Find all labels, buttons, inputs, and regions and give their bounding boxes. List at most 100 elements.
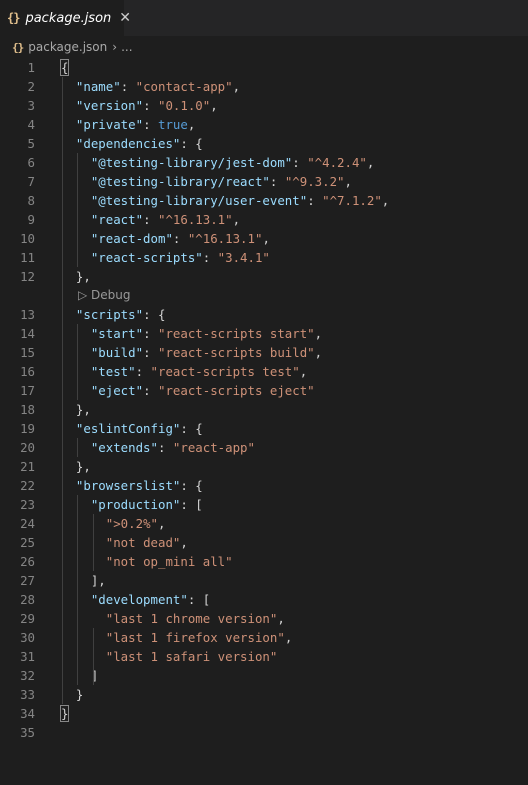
code-line[interactable]: 2 "name": "contact-app", (0, 77, 528, 96)
json-punctuation: : (143, 383, 158, 398)
codelens-label[interactable]: ▷ Debug (78, 286, 131, 305)
breadcrumb-ellipsis[interactable]: ... (121, 40, 132, 54)
json-punctuation: : [ (187, 592, 211, 607)
json-string: "^4.2.4" (307, 155, 367, 170)
line-content: "@testing-library/jest-dom": "^4.2.4", (61, 153, 375, 172)
code-line[interactable]: 21 }, (0, 457, 528, 476)
breadcrumb-file[interactable]: package.json (28, 40, 107, 54)
json-key: "react" (90, 212, 144, 227)
line-content: "eject": "react-scripts eject" (61, 381, 315, 400)
json-punctuation: }, (75, 459, 91, 474)
breadcrumb-separator: › (112, 40, 118, 54)
json-key: "private" (75, 117, 144, 132)
line-number: 12 (20, 269, 35, 284)
line-content: } (61, 685, 83, 704)
line-content: "@testing-library/user-event": "^7.1.2", (61, 191, 389, 210)
line-content: "react-scripts": "3.4.1" (61, 248, 270, 267)
line-number: 35 (20, 725, 35, 740)
code-line[interactable]: 33 } (0, 685, 528, 704)
json-punctuation: : (292, 155, 308, 170)
code-line[interactable]: 18 }, (0, 400, 528, 419)
code-line[interactable]: 5 "dependencies": { (0, 134, 528, 153)
code-line[interactable]: 19 "eslintConfig": { (0, 419, 528, 438)
json-string: "react-app" (172, 440, 255, 455)
json-string: "^9.3.2" (284, 174, 345, 189)
code-line[interactable]: 12 }, (0, 267, 528, 286)
line-number: 22 (20, 478, 35, 493)
indent-guide (77, 495, 78, 685)
line-number: 2 (27, 79, 35, 94)
json-string: "react-scripts build" (157, 345, 315, 360)
json-punctuation: : { (180, 421, 203, 436)
json-string: "last 1 safari version" (105, 649, 278, 664)
line-number: 3 (27, 98, 35, 113)
json-key: "dependencies" (75, 136, 181, 151)
json-key: "react-scripts" (90, 250, 203, 265)
json-braces-icon: {} (12, 40, 24, 54)
codelens-debug[interactable]: ▷ Debug (0, 286, 528, 305)
code-line[interactable]: 34} (0, 704, 528, 723)
code-line[interactable]: 11 "react-scripts": "3.4.1" (0, 248, 528, 267)
code-line[interactable]: 30 "last 1 firefox version", (0, 628, 528, 647)
line-number: 23 (20, 497, 35, 512)
line-content: "development": [ (61, 590, 210, 609)
code-line[interactable]: 6 "@testing-library/jest-dom": "^4.2.4", (0, 153, 528, 172)
code-line[interactable]: 28 "development": [ (0, 590, 528, 609)
line-number: 18 (20, 402, 35, 417)
json-punctuation: : (143, 326, 158, 341)
code-line[interactable]: 10 "react-dom": "^16.13.1", (0, 229, 528, 248)
line-content: } (59, 704, 70, 723)
code-line[interactable]: 31 "last 1 safari version" (0, 647, 528, 666)
json-punctuation: : { (180, 136, 203, 151)
tab-package-json[interactable]: {} package.json ✕ (0, 0, 131, 36)
line-number: 21 (20, 459, 35, 474)
code-line[interactable]: 35 (0, 723, 528, 742)
json-string: "^16.13.1" (157, 212, 233, 227)
code-line[interactable]: 8 "@testing-library/user-event": "^7.1.2… (0, 191, 528, 210)
json-punctuation: : { (143, 307, 166, 322)
json-braces-icon: {} (7, 11, 20, 25)
line-number: 1 (27, 60, 35, 75)
json-punctuation: , (232, 79, 241, 94)
code-line[interactable]: 29 "last 1 chrome version", (0, 609, 528, 628)
json-string: "contact-app" (135, 79, 233, 94)
code-line[interactable]: 24 ">0.2%", (0, 514, 528, 533)
line-content: }, (61, 267, 91, 286)
code-line[interactable]: 3 "version": "0.1.0", (0, 96, 528, 115)
code-line[interactable]: 17 "eject": "react-scripts eject" (0, 381, 528, 400)
code-line[interactable]: 9 "react": "^16.13.1", (0, 210, 528, 229)
code-line[interactable]: 25 "not dead", (0, 533, 528, 552)
code-editor[interactable]: 1{2 "name": "contact-app", 3 "version": "… (0, 58, 528, 742)
json-punctuation: , (187, 117, 196, 132)
json-punctuation: ], (90, 573, 106, 588)
code-line[interactable]: 16 "test": "react-scripts test", (0, 362, 528, 381)
code-line[interactable]: 7 "@testing-library/react": "^9.3.2", (0, 172, 528, 191)
json-punctuation: } (59, 705, 70, 722)
code-line[interactable]: 4 "private": true, (0, 115, 528, 134)
json-punctuation: , (314, 345, 323, 360)
json-punctuation: , (157, 516, 166, 531)
json-punctuation: }, (75, 402, 91, 417)
json-punctuation: : { (180, 478, 203, 493)
line-number: 28 (20, 592, 35, 607)
json-punctuation: , (366, 155, 375, 170)
json-punctuation: : (143, 345, 158, 360)
code-line[interactable]: 32 ] (0, 666, 528, 685)
indent-guide (77, 438, 78, 457)
line-content: "dependencies": { (61, 134, 203, 153)
code-line[interactable]: 15 "build": "react-scripts build", (0, 343, 528, 362)
json-punctuation: : (307, 193, 323, 208)
code-line[interactable]: 23 "production": [ (0, 495, 528, 514)
code-line[interactable]: 26 "not op_mini all" (0, 552, 528, 571)
code-line[interactable]: 14 "start": "react-scripts start", (0, 324, 528, 343)
code-line[interactable]: 1{ (0, 58, 528, 77)
code-line[interactable]: 22 "browserslist": { (0, 476, 528, 495)
json-string: "last 1 chrome version" (105, 611, 278, 626)
close-icon[interactable]: ✕ (119, 10, 131, 26)
line-content: "private": true, (61, 115, 195, 134)
json-string: "react-scripts start" (157, 326, 315, 341)
code-line[interactable]: 13 "scripts": { (0, 305, 528, 324)
code-line[interactable]: 20 "extends": "react-app" (0, 438, 528, 457)
json-key: "build" (90, 345, 144, 360)
code-line[interactable]: 27 ], (0, 571, 528, 590)
